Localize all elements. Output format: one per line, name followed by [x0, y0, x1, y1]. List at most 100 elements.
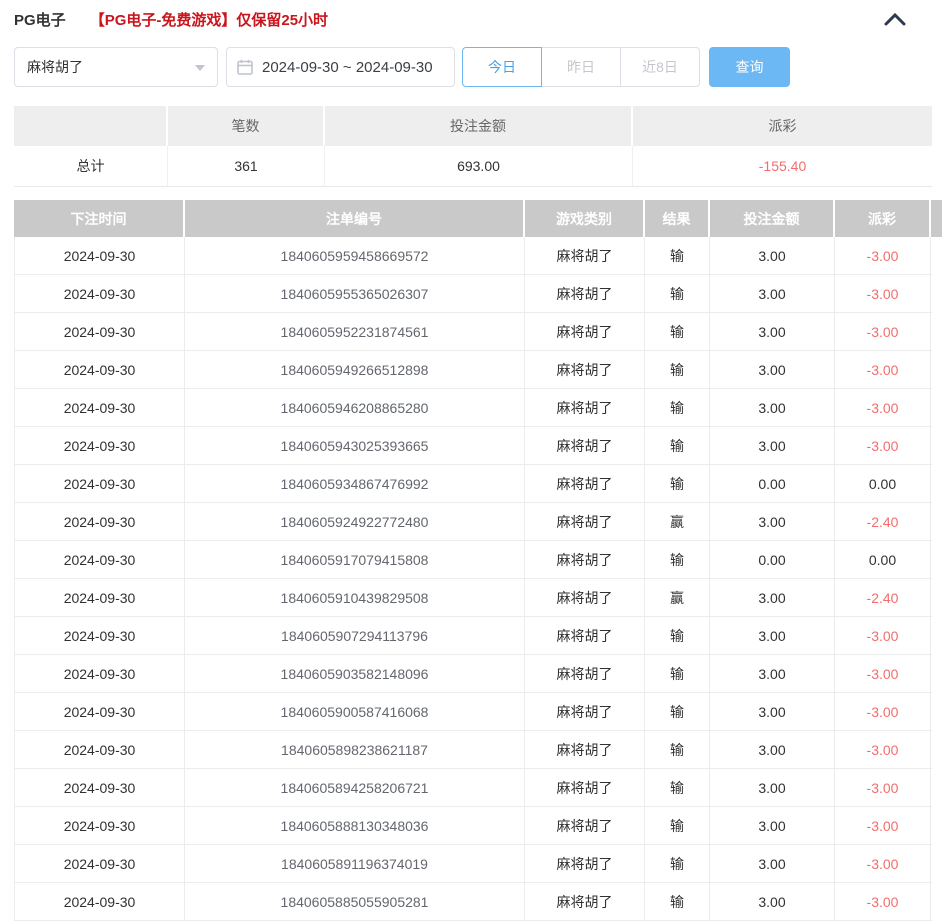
panel-notice: 【PG电子-免费游戏】仅保留25小时 [89, 11, 329, 29]
cell-result: 输 [645, 351, 710, 388]
table-row: 2024-09-30 1840605900587416068 麻将胡了输 3.00 -3… [14, 693, 932, 731]
cell-order-no: 1840605955365026307 [185, 275, 525, 312]
table-row: 2024-09-30 1840605885055905281 麻将胡了输 3.00 -3… [14, 883, 932, 921]
summary-header-payout: 派彩 [633, 106, 932, 146]
calendar-icon [237, 59, 253, 75]
cell-payout: -3.00 [835, 655, 931, 692]
cell-game-type: 麻将胡了 [525, 389, 645, 426]
cell-order-no: 1840605885055905281 [185, 883, 525, 920]
cell-result: 输 [645, 237, 710, 274]
cell-bet-amount: 3.00 [710, 845, 835, 882]
cell-bet-amount: 3.00 [710, 731, 835, 768]
summary-header-bet-amount: 投注金额 [325, 106, 633, 146]
filter-bar: 麻将胡了 2024-09-30 ~ 2024-09-30 今日 昨日 近8日 查… [14, 47, 932, 87]
cell-game-type: 麻将胡了 [525, 579, 645, 616]
cell-game-type: 麻将胡了 [525, 845, 645, 882]
col-header-bet-time: 下注时间 [14, 200, 185, 237]
cell-game-type: 麻将胡了 [525, 731, 645, 768]
cell-bet-time: 2024-09-30 [14, 693, 185, 730]
cell-result: 输 [645, 883, 710, 920]
cell-result: 输 [645, 313, 710, 350]
cell-bet-time: 2024-09-30 [14, 503, 185, 540]
cell-result: 输 [645, 465, 710, 502]
search-button[interactable]: 查询 [709, 47, 790, 87]
cell-bet-amount: 3.00 [710, 313, 835, 350]
table-row: 2024-09-30 1840605903582148096 麻将胡了输 3.00 -3… [14, 655, 932, 693]
cell-game-type: 麻将胡了 [525, 693, 645, 730]
panel-header: PG电子 【PG电子-免费游戏】仅保留25小时 [14, 0, 932, 31]
cell-payout: -3.00 [835, 883, 931, 920]
cell-bet-time: 2024-09-30 [14, 389, 185, 426]
cell-payout: 0.00 [835, 541, 931, 578]
cell-bet-time: 2024-09-30 [14, 313, 185, 350]
panel-title: PG电子 [14, 11, 66, 29]
cell-payout: -3.00 [835, 237, 931, 274]
cell-bet-time: 2024-09-30 [14, 237, 185, 274]
summary-header-row: 笔数 投注金额 派彩 [14, 106, 932, 146]
cell-bet-amount: 3.00 [710, 237, 835, 274]
table-row: 2024-09-30 1840605943025393665 麻将胡了输 3.00 -3… [14, 427, 932, 465]
cell-bet-time: 2024-09-30 [14, 275, 185, 312]
cell-order-no: 1840605900587416068 [185, 693, 525, 730]
cell-order-no: 1840605959458669572 [185, 237, 525, 274]
cell-game-type: 麻将胡了 [525, 465, 645, 502]
cell-game-type: 麻将胡了 [525, 655, 645, 692]
cell-payout: -2.40 [835, 579, 931, 616]
cell-payout: -3.00 [835, 389, 931, 426]
summary-header-count: 笔数 [168, 106, 325, 146]
cell-result: 输 [645, 845, 710, 882]
cell-bet-amount: 0.00 [710, 465, 835, 502]
cell-result: 输 [645, 427, 710, 464]
table-row: 2024-09-30 1840605888130348036 麻将胡了输 3.00 -3… [14, 807, 932, 845]
cell-payout: -3.00 [835, 693, 931, 730]
cell-game-type: 麻将胡了 [525, 237, 645, 274]
table-row: 2024-09-30 1840605949266512898 麻将胡了输 3.00 -3… [14, 351, 932, 389]
cell-payout: 0.00 [835, 465, 931, 502]
cell-result: 输 [645, 769, 710, 806]
cell-bet-time: 2024-09-30 [14, 883, 185, 920]
table-row: 2024-09-30 1840605959458669572 麻将胡了输 3.00 -3… [14, 237, 932, 275]
range-button-1[interactable]: 昨日 [541, 47, 621, 87]
chevron-up-icon [884, 12, 906, 26]
cell-result: 输 [645, 693, 710, 730]
cell-result: 输 [645, 541, 710, 578]
cell-result: 输 [645, 617, 710, 654]
cell-payout: -3.00 [835, 313, 931, 350]
range-button-0[interactable]: 今日 [462, 47, 542, 87]
summary-total-count: 361 [168, 146, 325, 186]
col-header-game-type: 游戏类别 [525, 200, 645, 237]
summary-header-empty [14, 106, 168, 146]
cell-bet-amount: 0.00 [710, 541, 835, 578]
col-header-order-no: 注单编号 [185, 200, 525, 237]
date-range-value: 2024-09-30 ~ 2024-09-30 [262, 58, 433, 76]
cell-bet-amount: 3.00 [710, 351, 835, 388]
cell-bet-amount: 3.00 [710, 883, 835, 920]
cell-result: 赢 [645, 579, 710, 616]
cell-game-type: 麻将胡了 [525, 883, 645, 920]
cell-payout: -3.00 [835, 807, 931, 844]
summary-total-payout: -155.40 [758, 158, 807, 174]
cell-order-no: 1840605910439829508 [185, 579, 525, 616]
collapse-button[interactable] [884, 12, 906, 26]
cell-bet-time: 2024-09-30 [14, 541, 185, 578]
game-select[interactable]: 麻将胡了 [14, 47, 218, 87]
range-button-2[interactable]: 近8日 [620, 47, 700, 87]
cell-bet-time: 2024-09-30 [14, 351, 185, 388]
date-range-input[interactable]: 2024-09-30 ~ 2024-09-30 [226, 47, 455, 87]
cell-bet-time: 2024-09-30 [14, 769, 185, 806]
table-row: 2024-09-30 1840605952231874561 麻将胡了输 3.00 -3… [14, 313, 932, 351]
table-row: 2024-09-30 1840605898238621187 麻将胡了输 3.00 -3… [14, 731, 932, 769]
cell-game-type: 麻将胡了 [525, 617, 645, 654]
pg-panel: PG电子 【PG电子-免费游戏】仅保留25小时 麻将胡了 2024-09-30 … [0, 0, 946, 921]
cell-result: 赢 [645, 503, 710, 540]
cell-order-no: 1840605888130348036 [185, 807, 525, 844]
cell-payout: -3.00 [835, 427, 931, 464]
cell-order-no: 1840605903582148096 [185, 655, 525, 692]
cell-payout: -3.00 [835, 351, 931, 388]
cell-result: 输 [645, 807, 710, 844]
cell-bet-amount: 3.00 [710, 503, 835, 540]
cell-bet-amount: 3.00 [710, 693, 835, 730]
cell-order-no: 1840605946208865280 [185, 389, 525, 426]
cell-bet-amount: 3.00 [710, 275, 835, 312]
caret-down-icon [195, 64, 205, 76]
